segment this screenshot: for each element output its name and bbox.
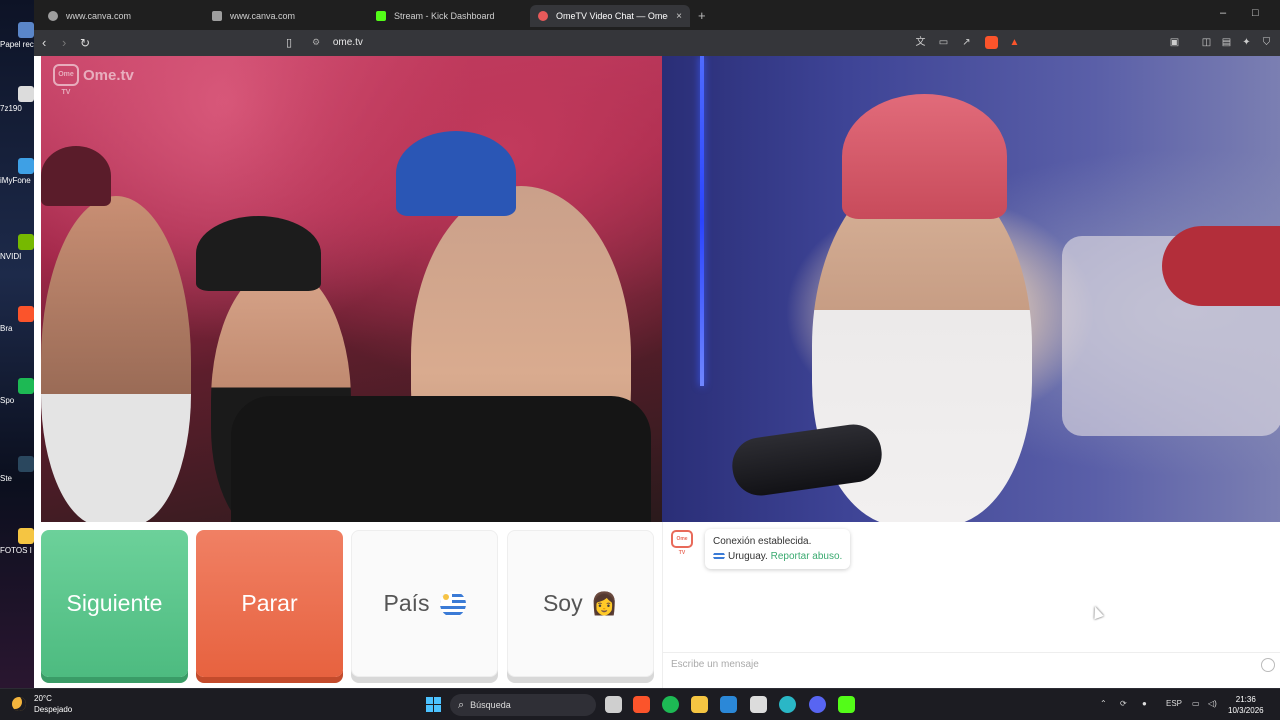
screenshot-icon[interactable]: ▣ bbox=[1168, 36, 1181, 49]
gender-select-button[interactable]: Soy 👩 bbox=[507, 530, 654, 677]
nvidia-icon bbox=[18, 234, 34, 250]
microphone-icon[interactable]: ● bbox=[1142, 699, 1147, 708]
moon-icon bbox=[12, 697, 26, 711]
new-tab-button[interactable]: + bbox=[698, 8, 706, 23]
7zip-icon bbox=[18, 86, 34, 102]
uruguay-flag-icon bbox=[439, 590, 466, 617]
site-info-icon[interactable]: ⚙ bbox=[312, 37, 320, 47]
brave-icon[interactable] bbox=[633, 696, 650, 713]
kick-icon bbox=[376, 11, 386, 21]
mail-icon[interactable] bbox=[720, 696, 737, 713]
emoji-icon[interactable] bbox=[1261, 658, 1275, 672]
volume-icon[interactable]: ◁) bbox=[1208, 699, 1217, 708]
folder-icon bbox=[18, 528, 34, 544]
desktop-icon-steam[interactable]: Ste bbox=[0, 456, 34, 483]
ometv-logo-icon: Ome TV bbox=[671, 530, 693, 556]
task-view-icon[interactable] bbox=[605, 696, 622, 713]
taskbar-search[interactable]: ⌕ Búsqueda bbox=[450, 694, 596, 716]
brave-rewards-icon[interactable]: ▲ bbox=[1008, 36, 1021, 49]
imyfone-icon bbox=[18, 158, 34, 174]
bookmark-icon[interactable]: ▯ bbox=[286, 35, 292, 51]
woman-icon: 👩 bbox=[590, 590, 619, 616]
uruguay-flag-icon bbox=[713, 551, 725, 562]
country-select-button[interactable]: País bbox=[351, 530, 498, 677]
reload-icon[interactable]: ↻ bbox=[80, 35, 90, 51]
clock[interactable]: 21:36 10/3/2026 bbox=[1228, 694, 1264, 716]
tab-canva-2[interactable]: www.canva.com bbox=[204, 5, 364, 27]
file-explorer-icon[interactable] bbox=[691, 696, 708, 713]
recording-icon bbox=[538, 11, 548, 21]
store-icon[interactable] bbox=[750, 696, 767, 713]
browser-window: www.canva.com www.canva.com Stream - Kic… bbox=[34, 0, 1280, 688]
weather-widget[interactable]: 20°C Despejado bbox=[12, 693, 72, 715]
ometv-logo-icon: Ome TV bbox=[53, 64, 79, 96]
vpn-shield-icon[interactable]: ⛉ bbox=[1260, 36, 1273, 49]
sidebar-icon[interactable]: ◫ bbox=[1200, 36, 1213, 49]
leo-ai-icon[interactable]: ✦ bbox=[1240, 36, 1253, 49]
desktop-icon-nvidia[interactable]: NVIDI bbox=[0, 234, 34, 261]
desktop-background: Papel recic 7z190 iMyFone NVIDI Bra Spo … bbox=[0, 0, 34, 688]
sync-icon[interactable]: ⟳ bbox=[1120, 699, 1127, 708]
desktop-icon-spotify[interactable]: Spo bbox=[0, 378, 34, 405]
share-icon[interactable]: ↗ bbox=[960, 36, 973, 49]
desktop-icon-fotos[interactable]: FOTOS I bbox=[0, 528, 34, 555]
wallet-icon[interactable]: ▤ bbox=[1220, 36, 1233, 49]
page-icon bbox=[212, 11, 222, 21]
chevron-up-icon[interactable]: ⌃ bbox=[1100, 699, 1107, 708]
globe-icon bbox=[48, 11, 58, 21]
minimize-button[interactable]: – bbox=[1220, 7, 1226, 19]
brave-shields-icon[interactable] bbox=[985, 36, 998, 49]
recycle-bin-icon bbox=[18, 22, 34, 38]
spotify-icon bbox=[18, 378, 34, 394]
edge-icon[interactable] bbox=[779, 696, 796, 713]
forward-icon[interactable]: › bbox=[62, 35, 66, 51]
spotify-icon[interactable] bbox=[662, 696, 679, 713]
report-abuse-link[interactable]: Reportar abuso. bbox=[771, 551, 843, 562]
self-video bbox=[662, 56, 1280, 522]
desktop-icon-7zip[interactable]: 7z190 bbox=[0, 86, 34, 113]
discord-icon[interactable] bbox=[809, 696, 826, 713]
kick-icon[interactable] bbox=[838, 696, 855, 713]
navigation-bar: ‹ › ↻ ▯ ⚙ ome.tv 文 ▭ ↗ ▲ ▣ ◫ ▤ ✦ ⛉ bbox=[34, 30, 1280, 56]
message-input[interactable]: Escribe un mensaje bbox=[663, 652, 1280, 676]
chat-panel: Ome TV Conexión establecida. Uruguay. Re… bbox=[662, 522, 1280, 688]
tab-ometv[interactable]: OmeTV Video Chat — Omeg × bbox=[530, 5, 690, 27]
desktop-icon-imyfone[interactable]: iMyFone bbox=[0, 158, 34, 185]
translate-icon[interactable]: 文 bbox=[914, 36, 927, 49]
language-indicator[interactable]: ESP bbox=[1166, 699, 1182, 708]
system-message: Conexión establecida. Uruguay. Reportar … bbox=[705, 529, 851, 569]
cast-icon[interactable]: ▭ bbox=[937, 36, 950, 49]
windows-start-icon[interactable] bbox=[426, 697, 441, 712]
tab-bar: www.canva.com www.canva.com Stream - Kic… bbox=[34, 0, 1280, 30]
ometv-page: Ome TV Ome.tv Siguiente Parar País Soy 👩… bbox=[34, 56, 1280, 688]
stranger-video: Ome TV Ome.tv bbox=[41, 56, 662, 522]
tab-kick-dashboard[interactable]: Stream - Kick Dashboard bbox=[368, 5, 528, 27]
close-tab-icon[interactable]: × bbox=[676, 11, 682, 22]
search-icon: ⌕ bbox=[458, 698, 465, 711]
ometv-watermark: Ome TV Ome.tv bbox=[53, 64, 134, 96]
desktop-icon-brave[interactable]: Bra bbox=[0, 306, 34, 333]
next-button[interactable]: Siguiente bbox=[41, 530, 188, 677]
stop-button[interactable]: Parar bbox=[196, 530, 343, 677]
taskbar: 20°C Despejado ⌕ Búsqueda ⌃ ⟳ ● ESP ▭ ◁)… bbox=[0, 688, 1280, 720]
desktop-icon-recycle-bin[interactable]: Papel recic bbox=[0, 22, 34, 49]
back-icon[interactable]: ‹ bbox=[42, 35, 46, 51]
address-bar[interactable]: ⚙ ome.tv bbox=[312, 37, 363, 48]
brave-icon bbox=[18, 306, 34, 322]
network-icon[interactable]: ▭ bbox=[1192, 699, 1200, 708]
steam-icon bbox=[18, 456, 34, 472]
tab-canva-1[interactable]: www.canva.com bbox=[40, 5, 200, 27]
maximize-button[interactable]: □ bbox=[1252, 7, 1259, 19]
